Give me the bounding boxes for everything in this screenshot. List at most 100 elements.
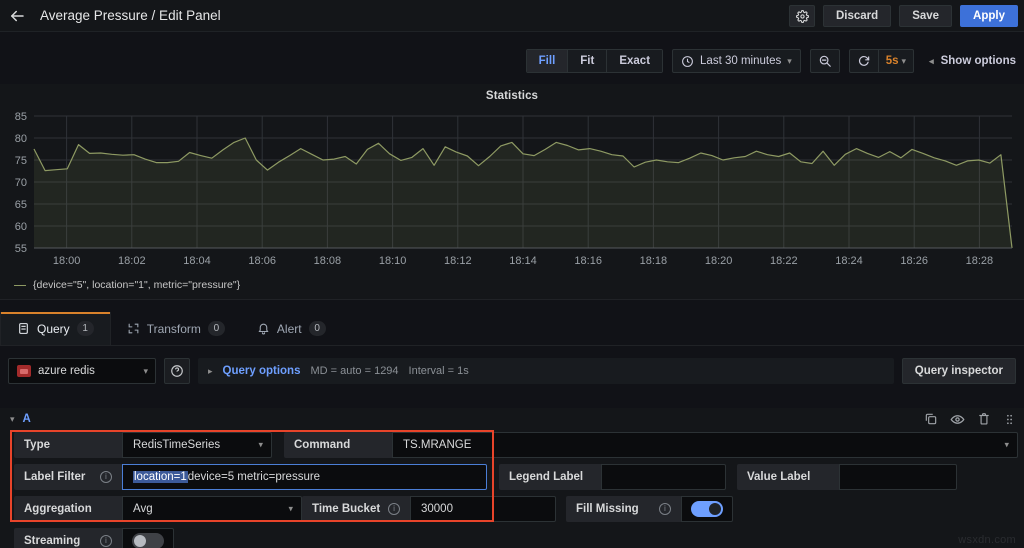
svg-text:18:04: 18:04: [183, 255, 211, 267]
chevron-down-icon[interactable]: ▾: [10, 414, 15, 425]
graph-title: Statistics: [485, 90, 539, 102]
delete-query-button[interactable]: [977, 412, 991, 426]
refresh-interval-value: 5s: [885, 55, 899, 67]
time-bucket-label: Time Bucket i: [302, 495, 410, 522]
panel-settings-button[interactable]: [789, 5, 815, 27]
svg-text:18:10: 18:10: [379, 255, 407, 267]
hide-query-button[interactable]: [950, 412, 965, 427]
zoom-out-button[interactable]: [809, 49, 840, 73]
aggregation-select[interactable]: Avg ▾: [122, 495, 302, 522]
streaming-label-text: Streaming: [24, 534, 81, 547]
graph-panel[interactable]: Statistics 55 60 65 70 75 80 85 18:00 18:02 18:04…: [0, 84, 1024, 300]
label-filter-label: Label Filter i: [14, 463, 122, 490]
back-button[interactable]: [0, 0, 34, 32]
svg-text:65: 65: [15, 199, 27, 211]
refresh-button[interactable]: [850, 50, 878, 72]
clock-icon: [682, 55, 693, 67]
info-icon[interactable]: i: [100, 470, 112, 483]
editor-row-streaming: Streaming i: [0, 526, 1024, 548]
max-data-points-value: MD = auto = 1294: [310, 365, 399, 377]
eye-icon: [950, 414, 965, 424]
graph-plot-area[interactable]: 55 60 65 70 75 80 85 18:00 18:02 18:04 18:06 18:08 1…: [0, 106, 1024, 276]
save-button[interactable]: Save: [899, 5, 953, 27]
query-inspector-button[interactable]: Query inspector: [901, 358, 1016, 384]
editor-tabs: Query 1 Transform 0 Alert 0: [0, 312, 1024, 346]
fit-mode-fit[interactable]: Fit: [568, 50, 608, 72]
command-label: Command: [284, 431, 392, 458]
fill-missing-toggle[interactable]: [691, 500, 723, 517]
fit-mode-group: Fill Fit Exact: [525, 49, 664, 73]
time-bucket-label-text: Time Bucket: [312, 502, 381, 515]
time-range-picker[interactable]: Last 30 minutes ▾: [672, 49, 801, 73]
svg-text:80: 80: [15, 133, 27, 145]
bell-icon: [258, 323, 269, 335]
query-options-label[interactable]: Query options: [223, 365, 301, 377]
svg-text:85: 85: [15, 111, 27, 123]
chevron-right-icon: ▸: [208, 365, 213, 376]
editor-row-label-filter: Label Filter i location=1 device=5 metri…: [0, 462, 1024, 491]
drag-query-handle[interactable]: [1003, 413, 1016, 426]
legend-label-input[interactable]: [601, 463, 726, 490]
streaming-toggle-wrap: [122, 527, 174, 548]
info-icon[interactable]: i: [659, 502, 671, 515]
legend-label-label: Legend Label: [499, 463, 601, 490]
watermark: wsxdn.com: [958, 534, 1016, 546]
datasource-picker[interactable]: azure redis ▾: [8, 358, 156, 384]
svg-text:18:26: 18:26: [900, 255, 928, 267]
arrow-left-icon: [11, 10, 24, 21]
command-select[interactable]: TS.MRANGE ▾: [392, 431, 1018, 458]
help-circle-icon: [171, 365, 183, 377]
label-filter-selected-text: location=1: [133, 470, 188, 483]
top-bar-actions: Discard Save Apply: [789, 0, 1018, 32]
show-options-button[interactable]: ◂ Show options: [923, 55, 1016, 67]
graph-legend[interactable]: {device="5", location="1", metric="press…: [14, 279, 240, 291]
fit-mode-exact[interactable]: Exact: [607, 50, 663, 72]
query-options-bar[interactable]: ▸ Query options MD = auto = 1294 Interva…: [198, 358, 894, 384]
svg-text:75: 75: [15, 155, 27, 167]
tab-alert[interactable]: Alert 0: [241, 312, 342, 345]
datasource-help-button[interactable]: [164, 358, 190, 384]
aggregation-value: Avg: [133, 502, 153, 515]
show-options-label: Show options: [940, 55, 1016, 67]
query-row-letter[interactable]: A: [23, 413, 31, 425]
svg-text:18:14: 18:14: [509, 255, 537, 267]
label-filter-input[interactable]: location=1 device=5 metric=pressure: [122, 463, 487, 490]
refresh-interval-picker[interactable]: 5s ▾: [879, 50, 913, 72]
fill-missing-label: Fill Missing i: [566, 495, 681, 522]
tab-query-count: 1: [76, 321, 94, 336]
chevron-down-icon: ▾: [288, 503, 293, 513]
page-title: Average Pressure / Edit Panel: [40, 8, 221, 23]
streaming-toggle[interactable]: [132, 532, 164, 548]
fill-missing-label-text: Fill Missing: [576, 502, 639, 515]
svg-text:55: 55: [15, 243, 27, 255]
time-bucket-input[interactable]: 30000: [410, 495, 556, 522]
type-label: Type: [14, 431, 122, 458]
aggregation-label: Aggregation: [14, 495, 122, 522]
type-select[interactable]: RedisTimeSeries ▾: [122, 431, 272, 458]
discard-button[interactable]: Discard: [823, 5, 892, 27]
fill-missing-toggle-wrap: [681, 495, 733, 522]
refresh-icon: [858, 55, 869, 66]
apply-button[interactable]: Apply: [960, 5, 1018, 27]
info-icon[interactable]: i: [100, 534, 112, 547]
svg-text:70: 70: [15, 177, 27, 189]
duplicate-icon: [925, 413, 937, 425]
svg-text:18:12: 18:12: [444, 255, 472, 267]
chevron-down-icon: ▾: [901, 55, 907, 66]
tab-transform[interactable]: Transform 0: [111, 312, 241, 345]
gear-icon: [795, 9, 809, 23]
drag-handle-icon: [1007, 414, 1012, 424]
chevron-down-icon: ▾: [258, 439, 263, 449]
value-label-input[interactable]: [839, 463, 957, 490]
zoom-out-icon: [819, 55, 831, 67]
time-bucket-value: 30000: [421, 502, 453, 515]
query-editor-a: Type RedisTimeSeries ▾ Command TS.MRANGE…: [0, 430, 1024, 548]
duplicate-query-button[interactable]: [924, 412, 938, 426]
streaming-label: Streaming i: [14, 527, 122, 548]
grafana-edit-panel: Average Pressure / Edit Panel Discard Sa…: [0, 0, 1024, 548]
panel-options-bar: Fill Fit Exact Last 30 minutes ▾ 5s ▾ ◂ …: [0, 44, 1024, 78]
info-icon[interactable]: i: [388, 502, 400, 515]
query-row-header-a: ▾ A: [0, 408, 1024, 430]
fit-mode-fill[interactable]: Fill: [526, 50, 569, 72]
tab-query[interactable]: Query 1: [0, 312, 111, 345]
